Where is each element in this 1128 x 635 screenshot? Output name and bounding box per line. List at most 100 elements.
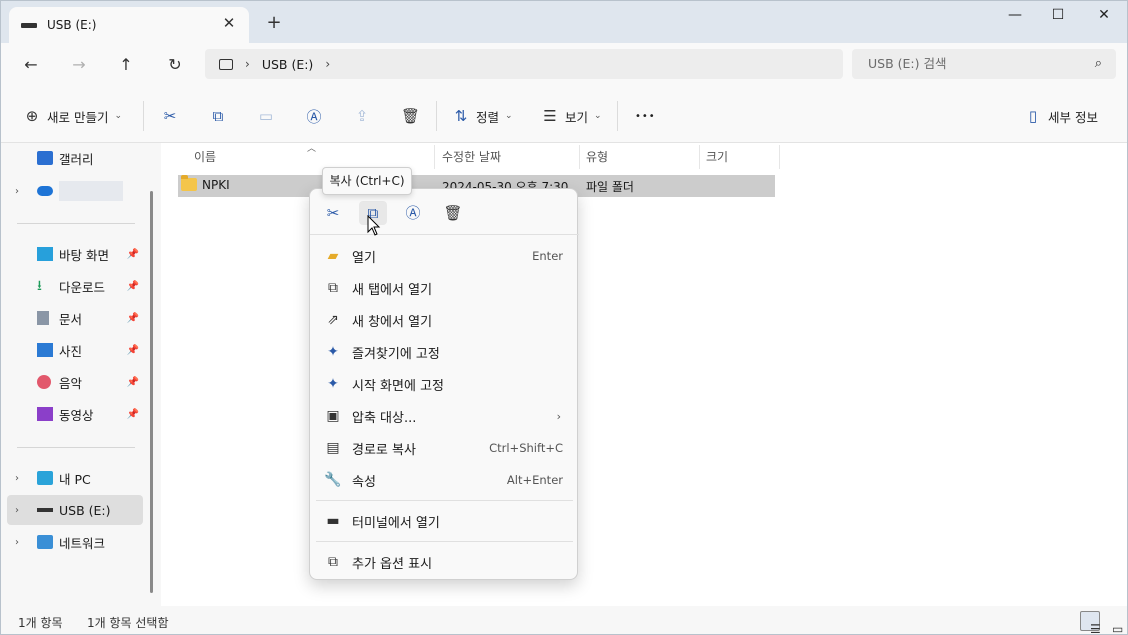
pin-icon[interactable]: 📌 [127, 345, 139, 356]
menu-item-open[interactable]: ▰ 열기 Enter [316, 241, 573, 271]
cut-button[interactable]: ✂ [161, 105, 179, 127]
back-button[interactable]: ← [18, 53, 44, 77]
delete-button[interactable]: 🗑 [401, 105, 420, 127]
scissors-icon: ✂ [326, 204, 340, 222]
menu-item-open-new-tab[interactable]: ⧉ 새 탭에서 열기 [316, 273, 573, 303]
context-menu: ✂ ⧉ Ⓐ 🗑 ▰ 열기 Enter ⧉ 새 탭에서 열기 ⇗ 새 창에서 열기… [309, 188, 579, 580]
sidebar-scrollbar[interactable] [150, 191, 153, 593]
pin-icon[interactable]: 📌 [127, 409, 139, 420]
desktop-icon [37, 247, 53, 261]
terminal-icon: ▬ [326, 513, 340, 529]
menu-item-shortcut: Alt+Enter [506, 473, 563, 487]
cut-action[interactable]: ✂ [319, 201, 347, 225]
new-button[interactable]: ⊕ 새로 만들기 ⌄ [23, 105, 122, 127]
chevron-right-icon: › [556, 409, 561, 423]
chevron-right-icon[interactable]: › [15, 186, 19, 197]
sidebar-item-label: 바탕 화면 [59, 247, 109, 263]
tab-close-button[interactable]: ✕ [219, 14, 239, 32]
sidebar-item-label: USB (E:) [59, 502, 111, 518]
sort-button[interactable]: ⇅ 정렬 ⌄ [452, 105, 513, 127]
more-button[interactable]: ••• [635, 105, 656, 127]
menu-item-copy-path[interactable]: ▤ 경로로 복사 Ctrl+Shift+C [316, 433, 573, 463]
menu-item-properties[interactable]: 🔧 속성 Alt+Enter [316, 465, 573, 495]
sidebar-item-videos[interactable]: 동영상 📌 [7, 399, 143, 429]
copy-tooltip: 복사 (Ctrl+C) [322, 167, 412, 195]
navigation-bar: ← → ↑ ↻ › USB (E:) › USB (E:) 검색 ⌕ [1, 43, 1127, 87]
context-menu-quick-actions: ✂ ⧉ Ⓐ 🗑 [310, 189, 579, 235]
forward-button[interactable]: → [66, 53, 92, 77]
view-list-icon: ☰ [543, 107, 557, 125]
menu-item-pin-quick-access[interactable]: ✦ 즐겨찾기에 고정 [316, 337, 573, 367]
details-pane-button[interactable]: ▯ 세부 정보 [1024, 105, 1098, 127]
pin-icon[interactable]: 📌 [127, 249, 139, 260]
tab-usb[interactable]: USB (E:) ✕ [9, 7, 249, 43]
menu-item-open-terminal[interactable]: ▬ 터미널에서 열기 [316, 506, 573, 536]
column-header-size[interactable]: 크기 [700, 145, 780, 169]
pin-icon[interactable]: 📌 [127, 377, 139, 388]
menu-item-pin-start[interactable]: ✦ 시작 화면에 고정 [316, 369, 573, 399]
minimize-button[interactable]: — [992, 3, 1038, 27]
pin-icon[interactable]: 📌 [127, 281, 139, 292]
menu-divider [316, 541, 573, 542]
delete-action[interactable]: 🗑 [439, 201, 467, 225]
sidebar-item-onedrive[interactable]: › [7, 176, 143, 206]
menu-item-open-new-window[interactable]: ⇗ 새 창에서 열기 [316, 305, 573, 335]
chevron-right-icon[interactable]: › [15, 537, 19, 548]
sidebar-item-gallery[interactable]: 갤러리 [7, 143, 143, 173]
menu-item-shortcut: Ctrl+Shift+C [489, 441, 563, 455]
sidebar-item-label: 문서 [59, 311, 83, 327]
pin-icon[interactable]: 📌 [127, 313, 139, 324]
sidebar-item-usb[interactable]: › USB (E:) [7, 495, 143, 525]
menu-item-label: 압축 대상... [352, 410, 417, 426]
tiles-view-icon: ▭ [1112, 622, 1124, 635]
sidebar-item-music[interactable]: 음악 📌 [7, 367, 143, 397]
close-button[interactable]: ✕ [1081, 3, 1127, 27]
refresh-button[interactable]: ↻ [162, 53, 188, 77]
sidebar-item-label: 갤러리 [59, 151, 94, 167]
sidebar-item-desktop[interactable]: 바탕 화면 📌 [7, 239, 143, 269]
sidebar-item-network[interactable]: › 네트워크 [7, 527, 143, 557]
menu-item-label: 시작 화면에 고정 [352, 378, 444, 394]
chevron-right-icon[interactable]: › [15, 473, 19, 484]
zip-icon: ▣ [326, 408, 340, 424]
mouse-cursor-icon [367, 215, 381, 236]
file-explorer-window: USB (E:) ✕ + — ☐ ✕ ← → ↑ ↻ › USB (E:) › … [0, 0, 1128, 635]
sidebar-item-this-pc[interactable]: › 내 PC [7, 463, 143, 493]
rename-button[interactable]: Ⓐ [305, 105, 323, 127]
search-icon: ⌕ [1094, 56, 1102, 71]
music-icon [37, 375, 51, 389]
tab-title: USB (E:) [47, 18, 97, 32]
rename-action[interactable]: Ⓐ [399, 201, 427, 225]
menu-item-more-options[interactable]: ⧉ 추가 옵션 표시 [316, 547, 573, 577]
sidebar-item-documents[interactable]: 문서 📌 [7, 303, 143, 333]
separator [436, 101, 437, 131]
column-header-modified[interactable]: 수정한 날짜 [436, 145, 580, 169]
document-icon [37, 311, 49, 325]
divider [17, 223, 135, 224]
maximize-button[interactable]: ☐ [1035, 3, 1081, 27]
breadcrumb-usb[interactable]: USB (E:) [262, 57, 314, 72]
more-options-icon: ⧉ [328, 554, 338, 570]
column-header-type[interactable]: 유형 [580, 145, 700, 169]
details-view-button[interactable]: ☰ [1080, 611, 1101, 634]
folder-open-icon: ▰ [327, 248, 339, 264]
video-icon [37, 407, 53, 421]
chevron-right-icon[interactable]: › [245, 57, 250, 71]
sidebar-item-pictures[interactable]: 사진 📌 [7, 335, 143, 365]
search-input[interactable]: USB (E:) 검색 ⌕ [852, 49, 1116, 79]
copy-button[interactable]: ⧉ [209, 105, 227, 127]
paste-button[interactable]: ▭ [257, 105, 275, 127]
up-button[interactable]: ↑ [113, 53, 139, 77]
address-bar[interactable]: › USB (E:) › [205, 49, 843, 79]
menu-item-compress[interactable]: ▣ 압축 대상... › [316, 401, 573, 431]
new-tab-button[interactable]: + [263, 12, 285, 33]
chevron-right-icon[interactable]: › [325, 57, 330, 71]
menu-item-label: 열기 [352, 250, 376, 266]
share-button[interactable]: ⇪ [353, 105, 371, 127]
tiles-view-button[interactable]: ▭ [1102, 611, 1123, 634]
sidebar-item-downloads[interactable]: ⭳ 다운로드 📌 [7, 271, 143, 301]
menu-item-label: 속성 [352, 474, 376, 490]
chevron-right-icon[interactable]: › [15, 505, 19, 516]
view-button[interactable]: ☰ 보기 ⌄ [541, 105, 601, 127]
file-list: 이름 ︿ 수정한 날짜 유형 크기 NPKI 2024-05-30 오후 7:3… [161, 143, 1127, 606]
